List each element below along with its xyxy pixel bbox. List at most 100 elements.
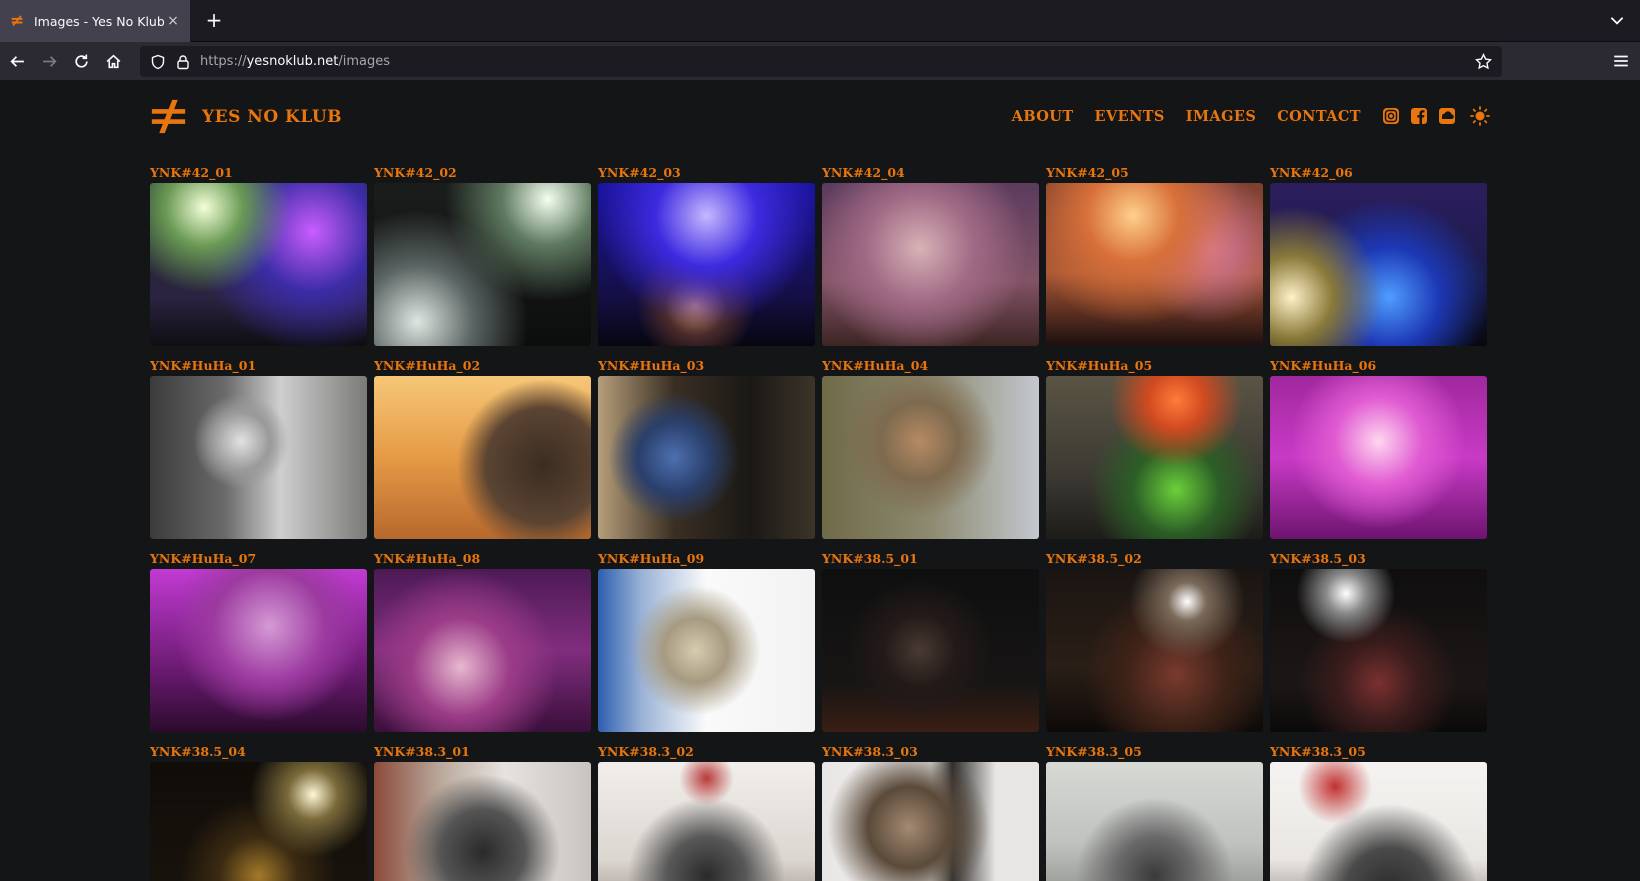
image-gallery: YNK#42_01 YNK#42_02 YNK#42_03 YNK#42_04 … xyxy=(150,166,1490,881)
gallery-item[interactable]: YNK#38.3_05 xyxy=(1046,745,1263,881)
url-path: /images xyxy=(338,54,391,69)
soundcloud-icon[interactable] xyxy=(1438,107,1456,125)
image-caption[interactable]: YNK#42_03 xyxy=(598,166,815,183)
gallery-item[interactable]: YNK#38.3_01 xyxy=(374,745,591,881)
image-caption[interactable]: YNK#HuHa_03 xyxy=(598,359,815,376)
image-caption[interactable]: YNK#HuHa_02 xyxy=(374,359,591,376)
image-caption[interactable]: YNK#38.3_05 xyxy=(1270,745,1487,762)
gallery-item[interactable]: YNK#42_02 xyxy=(374,166,591,346)
site-title[interactable]: YES NO KLUB xyxy=(202,107,342,127)
gallery-thumbnail[interactable] xyxy=(598,762,815,881)
gallery-thumbnail[interactable] xyxy=(150,183,367,346)
gallery-item[interactable]: YNK#HuHa_06 xyxy=(1270,359,1487,539)
gallery-item[interactable]: YNK#38.3_05 xyxy=(1270,745,1487,881)
back-button[interactable] xyxy=(2,46,32,76)
gallery-thumbnail[interactable] xyxy=(150,762,367,881)
forward-button[interactable] xyxy=(34,46,64,76)
image-caption[interactable]: YNK#42_01 xyxy=(150,166,367,183)
image-caption[interactable]: YNK#HuHa_07 xyxy=(150,552,367,569)
image-caption[interactable]: YNK#38.5_04 xyxy=(150,745,367,762)
bookmark-star-icon[interactable] xyxy=(1475,53,1492,70)
gallery-item[interactable]: YNK#42_03 xyxy=(598,166,815,346)
url-text[interactable]: https://yesnoklub.net/images xyxy=(200,54,390,69)
nav-link-about[interactable]: ABOUT xyxy=(1012,108,1074,125)
address-bar[interactable]: https://yesnoklub.net/images xyxy=(140,46,1502,77)
gallery-thumbnail[interactable] xyxy=(1046,569,1263,732)
gallery-thumbnail[interactable] xyxy=(1046,183,1263,346)
gallery-item[interactable]: YNK#38.5_02 xyxy=(1046,552,1263,732)
lock-icon[interactable] xyxy=(175,54,191,70)
gallery-item[interactable]: YNK#HuHa_04 xyxy=(822,359,1039,539)
sun-icon[interactable] xyxy=(1470,106,1490,126)
gallery-thumbnail[interactable] xyxy=(1270,762,1487,881)
gallery-item[interactable]: YNK#HuHa_09 xyxy=(598,552,815,732)
gallery-item[interactable]: YNK#38.5_04 xyxy=(150,745,367,881)
gallery-thumbnail[interactable] xyxy=(598,376,815,539)
tab-close-button[interactable]: × xyxy=(165,13,181,29)
image-caption[interactable]: YNK#42_04 xyxy=(822,166,1039,183)
gallery-thumbnail[interactable] xyxy=(374,183,591,346)
gallery-item[interactable]: YNK#38.5_03 xyxy=(1270,552,1487,732)
gallery-thumbnail[interactable] xyxy=(1270,376,1487,539)
image-caption[interactable]: YNK#38.3_03 xyxy=(822,745,1039,762)
gallery-thumbnail[interactable] xyxy=(598,183,815,346)
list-all-tabs-icon[interactable] xyxy=(1608,11,1626,29)
gallery-thumbnail[interactable] xyxy=(1270,569,1487,732)
gallery-thumbnail[interactable] xyxy=(150,376,367,539)
gallery-thumbnail[interactable] xyxy=(822,183,1039,346)
image-caption[interactable]: YNK#HuHa_05 xyxy=(1046,359,1263,376)
facebook-icon[interactable] xyxy=(1410,107,1428,125)
image-caption[interactable]: YNK#38.5_01 xyxy=(822,552,1039,569)
not-equal-logo-icon[interactable] xyxy=(150,98,187,135)
image-caption[interactable]: YNK#HuHa_09 xyxy=(598,552,815,569)
browser-tab-active[interactable]: ≠ Images - Yes No Klub × xyxy=(0,0,190,42)
gallery-thumbnail[interactable] xyxy=(1046,762,1263,881)
gallery-item[interactable]: YNK#HuHa_07 xyxy=(150,552,367,732)
gallery-thumbnail[interactable] xyxy=(150,569,367,732)
gallery-item[interactable]: YNK#42_04 xyxy=(822,166,1039,346)
image-caption[interactable]: YNK#38.3_01 xyxy=(374,745,591,762)
gallery-item[interactable]: YNK#HuHa_01 xyxy=(150,359,367,539)
nav-link-images[interactable]: IMAGES xyxy=(1186,108,1256,125)
nav-link-events[interactable]: EVENTS xyxy=(1095,108,1165,125)
gallery-item[interactable]: YNK#HuHa_08 xyxy=(374,552,591,732)
gallery-item[interactable]: YNK#38.5_01 xyxy=(822,552,1039,732)
reload-button[interactable] xyxy=(66,46,96,76)
gallery-thumbnail[interactable] xyxy=(1270,183,1487,346)
gallery-item[interactable]: YNK#42_06 xyxy=(1270,166,1487,346)
image-caption[interactable]: YNK#42_02 xyxy=(374,166,591,183)
image-caption[interactable]: YNK#38.3_02 xyxy=(598,745,815,762)
image-caption[interactable]: YNK#HuHa_01 xyxy=(150,359,367,376)
gallery-item[interactable]: YNK#38.3_03 xyxy=(822,745,1039,881)
image-caption[interactable]: YNK#38.3_05 xyxy=(1046,745,1263,762)
gallery-thumbnail[interactable] xyxy=(822,569,1039,732)
site-favicon-icon: ≠ xyxy=(9,11,25,31)
gallery-item[interactable]: YNK#42_05 xyxy=(1046,166,1263,346)
gallery-thumbnail[interactable] xyxy=(374,376,591,539)
gallery-thumbnail[interactable] xyxy=(1046,376,1263,539)
gallery-thumbnail[interactable] xyxy=(374,569,591,732)
gallery-thumbnail[interactable] xyxy=(822,376,1039,539)
image-caption[interactable]: YNK#38.5_03 xyxy=(1270,552,1487,569)
instagram-icon[interactable] xyxy=(1382,107,1400,125)
gallery-thumbnail[interactable] xyxy=(374,762,591,881)
gallery-item[interactable]: YNK#38.3_02 xyxy=(598,745,815,881)
browser-tab-strip: ≠ Images - Yes No Klub × + xyxy=(0,0,1640,42)
image-caption[interactable]: YNK#HuHa_08 xyxy=(374,552,591,569)
image-caption[interactable]: YNK#42_06 xyxy=(1270,166,1487,183)
new-tab-button[interactable]: + xyxy=(202,9,226,33)
gallery-item[interactable]: YNK#HuHa_03 xyxy=(598,359,815,539)
gallery-thumbnail[interactable] xyxy=(822,762,1039,881)
image-caption[interactable]: YNK#HuHa_06 xyxy=(1270,359,1487,376)
image-caption[interactable]: YNK#42_05 xyxy=(1046,166,1263,183)
gallery-item[interactable]: YNK#HuHa_02 xyxy=(374,359,591,539)
image-caption[interactable]: YNK#38.5_02 xyxy=(1046,552,1263,569)
hamburger-menu-icon[interactable] xyxy=(1612,52,1630,70)
gallery-item[interactable]: YNK#42_01 xyxy=(150,166,367,346)
image-caption[interactable]: YNK#HuHa_04 xyxy=(822,359,1039,376)
nav-link-contact[interactable]: CONTACT xyxy=(1277,108,1361,125)
gallery-item[interactable]: YNK#HuHa_05 xyxy=(1046,359,1263,539)
home-button[interactable] xyxy=(98,46,128,76)
gallery-thumbnail[interactable] xyxy=(598,569,815,732)
tracking-protection-shield-icon[interactable] xyxy=(150,54,166,70)
